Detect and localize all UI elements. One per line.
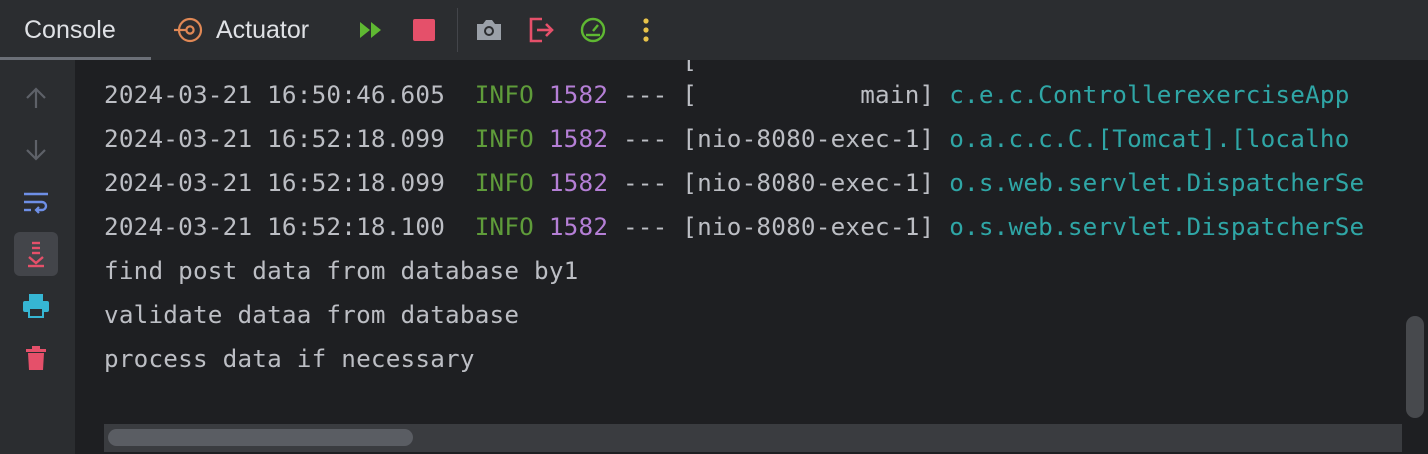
log-separator: --- — [622, 124, 668, 153]
log-pid: 1582 — [548, 212, 609, 241]
horizontal-scrollbar-thumb[interactable] — [108, 429, 413, 446]
log-line: 2024-03-21 16:52:18.099 INFO 1582 --- [n… — [104, 168, 1364, 198]
console-gutter — [0, 60, 75, 454]
arrow-down-icon — [26, 140, 46, 161]
trash-icon — [26, 346, 46, 370]
log-timestamp: 2024-03-21 16:52:18.099 — [104, 124, 446, 153]
tab-console[interactable]: Console — [0, 0, 151, 60]
print-icon — [23, 294, 49, 318]
log-separator: --- — [622, 80, 668, 109]
screenshot-button[interactable] — [471, 12, 507, 48]
stop-button[interactable] — [406, 12, 442, 48]
log-level: INFO — [474, 212, 535, 241]
log-separator: --- — [622, 212, 668, 241]
log-timestamp: 2024-03-21 16:52:18.099 — [104, 168, 446, 197]
scroll-up-button[interactable] — [14, 76, 58, 120]
console-toolbar: Console Actuator — [0, 0, 1428, 60]
clear-button[interactable] — [14, 336, 58, 380]
more-button[interactable] — [628, 12, 664, 48]
log-level: INFO — [474, 168, 535, 197]
vertical-scrollbar-thumb[interactable] — [1406, 316, 1424, 418]
tab-actuator-label: Actuator — [216, 15, 310, 44]
log-line: 2024-03-21 16:52:18.100 INFO 1582 --- [n… — [104, 212, 1364, 242]
log-pid: 1582 — [548, 80, 609, 109]
toolbar-separator — [457, 8, 458, 52]
log-logger-link[interactable]: c.e.c.ControllerexerciseApp — [949, 80, 1349, 109]
log-level: INFO — [474, 80, 535, 109]
log-line: 2024-03-21 16:52:18.099 INFO 1582 --- [n… — [104, 124, 1350, 154]
log-logger-link[interactable]: o.a.c.c.C.[Tomcat].[localho — [949, 124, 1349, 153]
soft-wrap-button[interactable] — [14, 180, 58, 224]
log-pid: 1582 — [548, 168, 609, 197]
exit-button[interactable] — [523, 12, 559, 48]
stop-icon — [413, 19, 435, 41]
console-output[interactable]: 2024-03-21 16:50:46.605 INFO 1582 --- [ … — [75, 60, 1402, 424]
dashboard-icon — [580, 17, 606, 43]
log-thread: [nio-8080-exec-1] — [682, 212, 935, 241]
log-line-partial: 2024-03-21 16:50:46.605 INFO 1582 --- [ — [104, 60, 934, 75]
log-line: 2024-03-21 16:50:46.605 INFO 1582 --- [ … — [104, 80, 1350, 110]
log-pid: 1582 — [548, 124, 609, 153]
soft-wrap-icon — [24, 192, 48, 214]
output-line: validate dataa from database — [104, 300, 520, 329]
log-logger-link[interactable]: o.s.web.servlet.DispatcherSe — [949, 168, 1364, 197]
tab-console-label: Console — [24, 15, 116, 44]
scroll-to-end-button[interactable] — [14, 232, 58, 276]
scroll-to-end-icon — [28, 241, 44, 268]
rerun-icon — [360, 22, 381, 38]
print-button[interactable] — [14, 284, 58, 328]
log-level: INFO — [474, 124, 535, 153]
log-separator: --- — [622, 168, 668, 197]
log-timestamp: 2024-03-21 16:52:18.100 — [104, 212, 446, 241]
log-thread: [ main] — [682, 80, 935, 109]
log-thread: [nio-8080-exec-1] — [682, 168, 935, 197]
output-line: process data if necessary — [104, 344, 475, 373]
rerun-button[interactable] — [354, 12, 390, 48]
log-timestamp: 2024-03-21 16:50:46.605 — [104, 80, 446, 109]
log-thread: [nio-8080-exec-1] — [682, 124, 935, 153]
camera-icon — [477, 20, 501, 40]
tab-actuator[interactable]: Actuator — [172, 0, 309, 60]
scroll-down-button[interactable] — [14, 128, 58, 172]
dashboard-button[interactable] — [575, 12, 611, 48]
output-line: find post data from database by1 — [104, 256, 579, 285]
more-icon — [643, 18, 649, 42]
log-logger-link[interactable]: o.s.web.servlet.DispatcherSe — [949, 212, 1364, 241]
exit-icon — [529, 17, 554, 43]
arrow-up-icon — [26, 87, 46, 108]
actuator-icon — [174, 17, 203, 43]
